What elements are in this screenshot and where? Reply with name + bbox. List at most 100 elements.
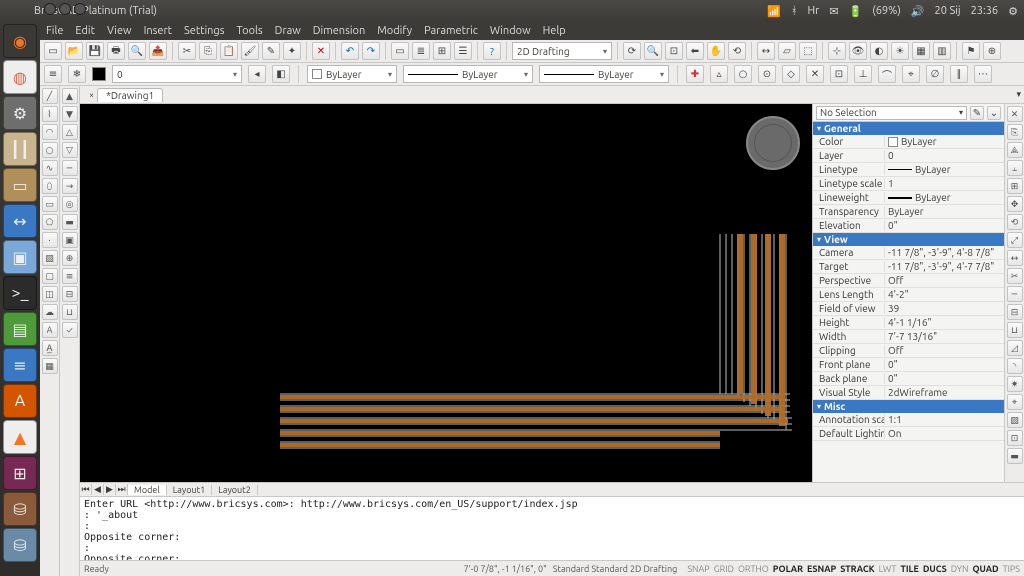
selection-combo[interactable]: No Selection▾ — [816, 106, 967, 120]
prop-value[interactable]: Off — [885, 345, 1004, 356]
status-toggle-dyn[interactable]: DYN — [951, 564, 969, 574]
menu-insert[interactable]: Insert — [144, 25, 172, 37]
menu-settings[interactable]: Settings — [184, 25, 225, 37]
dist-button[interactable]: ↔ — [757, 42, 775, 60]
drawing-canvas[interactable] — [80, 104, 812, 482]
line-tool[interactable]: ╱ — [42, 88, 58, 104]
pan-button[interactable]: ✋ — [707, 42, 725, 60]
preview-button[interactable]: 🔍 — [128, 42, 146, 60]
prop-value[interactable]: ByLayer — [885, 164, 1004, 175]
tile2-button[interactable]: ▥ — [933, 42, 951, 60]
keyboard-layout[interactable]: Hr — [807, 5, 819, 17]
misc2-button[interactable]: ⊕ — [983, 42, 1001, 60]
polyline-tool[interactable]: ⌇ — [42, 106, 58, 122]
prop-value[interactable]: Off — [885, 275, 1004, 286]
status-toggle-snap[interactable]: SNAP — [687, 564, 709, 574]
layer-button[interactable]: ≣ — [412, 42, 430, 60]
prop-row[interactable]: Visual Style2dWireframe — [813, 386, 1004, 400]
view-button[interactable]: 👁 — [849, 42, 867, 60]
mtext-tool[interactable]: A̲ — [42, 340, 58, 356]
workspace-combo[interactable]: 2D Drafting▾ — [512, 42, 612, 60]
tab-next-button[interactable]: ▶ — [104, 484, 116, 495]
launcher-tuner[interactable]: ┃┃ — [3, 132, 37, 166]
layer-prev-button[interactable]: ◂ — [248, 65, 266, 83]
flatten-tool[interactable]: ▬ — [1007, 448, 1023, 464]
status-toggle-esnap[interactable]: ESNAP — [807, 564, 836, 574]
launcher-writer[interactable]: ≡ — [3, 348, 37, 382]
menu-view[interactable]: View — [107, 25, 132, 37]
array-tool[interactable]: ⊞ — [1007, 178, 1023, 194]
status-toggle-strack[interactable]: STRACK — [840, 564, 874, 574]
arrayedit-tool[interactable]: ⊡ — [1007, 430, 1023, 446]
menu-help[interactable]: Help — [543, 25, 566, 37]
menu-edit[interactable]: Edit — [75, 25, 95, 37]
fixup-tool[interactable]: ✓ — [62, 322, 78, 338]
prop-row[interactable]: Lens Length4'-2" — [813, 288, 1004, 302]
prop-row[interactable]: Elevation0" — [813, 219, 1004, 233]
render-button[interactable]: ☀ — [891, 42, 909, 60]
region-tool[interactable]: ◫ — [42, 286, 58, 302]
tab-prev-button2[interactable]: ◀ — [92, 484, 104, 495]
launcher-terminal[interactable]: >_ — [3, 276, 37, 310]
ellipse-tool[interactable]: ⬯ — [42, 178, 58, 194]
menu-tools[interactable]: Tools — [237, 25, 263, 37]
above-tool[interactable]: △ — [62, 124, 78, 140]
status-toggle-tips[interactable]: TIPS — [1003, 564, 1020, 574]
publish-button[interactable]: 📤 — [149, 42, 167, 60]
rotate-tool[interactable]: ⟲ — [1007, 214, 1023, 230]
hatch-tool[interactable]: ▨ — [42, 250, 58, 266]
prop-row[interactable]: ClippingOff — [813, 344, 1004, 358]
erase-tool[interactable]: ✕ — [1007, 106, 1023, 122]
arc-tool[interactable]: ◠ — [42, 124, 58, 140]
menu-parametric[interactable]: Parametric — [424, 25, 478, 37]
join2-tool[interactable]: ⊔ — [1007, 322, 1023, 338]
cut-button[interactable]: ✂ — [178, 42, 196, 60]
select-button[interactable]: ▭ — [391, 42, 409, 60]
prop-value[interactable]: On — [885, 428, 1004, 439]
osnap-per-button[interactable]: ⊥ — [854, 65, 872, 83]
layer-freeze-button[interactable]: ❄ — [68, 65, 86, 83]
donut-tool[interactable]: ◎ — [62, 196, 78, 212]
launcher-vlc[interactable]: ▲ — [3, 420, 37, 454]
osnap-end-button[interactable]: ✚ — [686, 65, 704, 83]
paste-button[interactable]: 📋 — [220, 42, 238, 60]
xline-tool[interactable]: ─ — [62, 160, 78, 176]
mail-icon[interactable]: ✉ — [829, 5, 838, 18]
status-toggle-ortho[interactable]: ORTHO — [738, 564, 769, 574]
prop-value[interactable]: 4'-1 1/16" — [885, 317, 1004, 328]
polygon-tool[interactable]: ⬠ — [42, 214, 58, 230]
prop-value[interactable]: 4'-2" — [885, 289, 1004, 300]
prop-row[interactable]: Linetype scale1 — [813, 177, 1004, 191]
chamfer-tool[interactable]: ◿ — [1007, 340, 1023, 356]
join-tool[interactable]: ⊔ — [62, 304, 78, 320]
explorer-button[interactable]: ⊞ — [433, 42, 451, 60]
scale-tool[interactable]: ⤢ — [1007, 232, 1023, 248]
zoom-window-button[interactable]: ⊡ — [665, 42, 683, 60]
prop-row[interactable]: Height4'-1 1/16" — [813, 316, 1004, 330]
maximize-window-button[interactable] — [74, 3, 86, 15]
tab-close-button[interactable]: ▾ — [1013, 89, 1024, 100]
prop-row[interactable]: ColorByLayer — [813, 135, 1004, 149]
open-button[interactable]: 📂 — [65, 42, 83, 60]
drawing-tab[interactable]: *Drawing1 — [97, 88, 163, 102]
zoom-realtime-button[interactable]: 🔍 — [644, 42, 662, 60]
align-tool[interactable]: ≡ — [62, 268, 78, 284]
tile-button[interactable]: ▦ — [912, 42, 930, 60]
menu-file[interactable]: File — [46, 25, 63, 37]
prop-value[interactable]: 39 — [885, 303, 1004, 314]
prop-row[interactable]: Field of view39 — [813, 302, 1004, 316]
current-color-swatch[interactable] — [92, 67, 106, 81]
battery-icon[interactable]: 🔋 — [849, 5, 863, 18]
help-button[interactable]: ? — [483, 42, 501, 60]
mass-button[interactable]: ⬚ — [799, 42, 817, 60]
osnap-qua-button[interactable]: ◇ — [782, 65, 800, 83]
osnap-nea-button[interactable]: ⌖ — [902, 65, 920, 83]
linetype-combo[interactable]: ByLayer▾ — [403, 65, 533, 83]
prop-row[interactable]: PerspectiveOff — [813, 274, 1004, 288]
osnap-tan-button[interactable]: ⌒ — [878, 65, 896, 83]
back-tool[interactable]: ▼ — [62, 106, 78, 122]
area-button[interactable]: ▱ — [778, 42, 796, 60]
model-tab[interactable]: Model — [128, 485, 167, 495]
pick-button[interactable]: ✎ — [970, 106, 984, 120]
zoom-prev-button[interactable]: ⬅ — [686, 42, 704, 60]
